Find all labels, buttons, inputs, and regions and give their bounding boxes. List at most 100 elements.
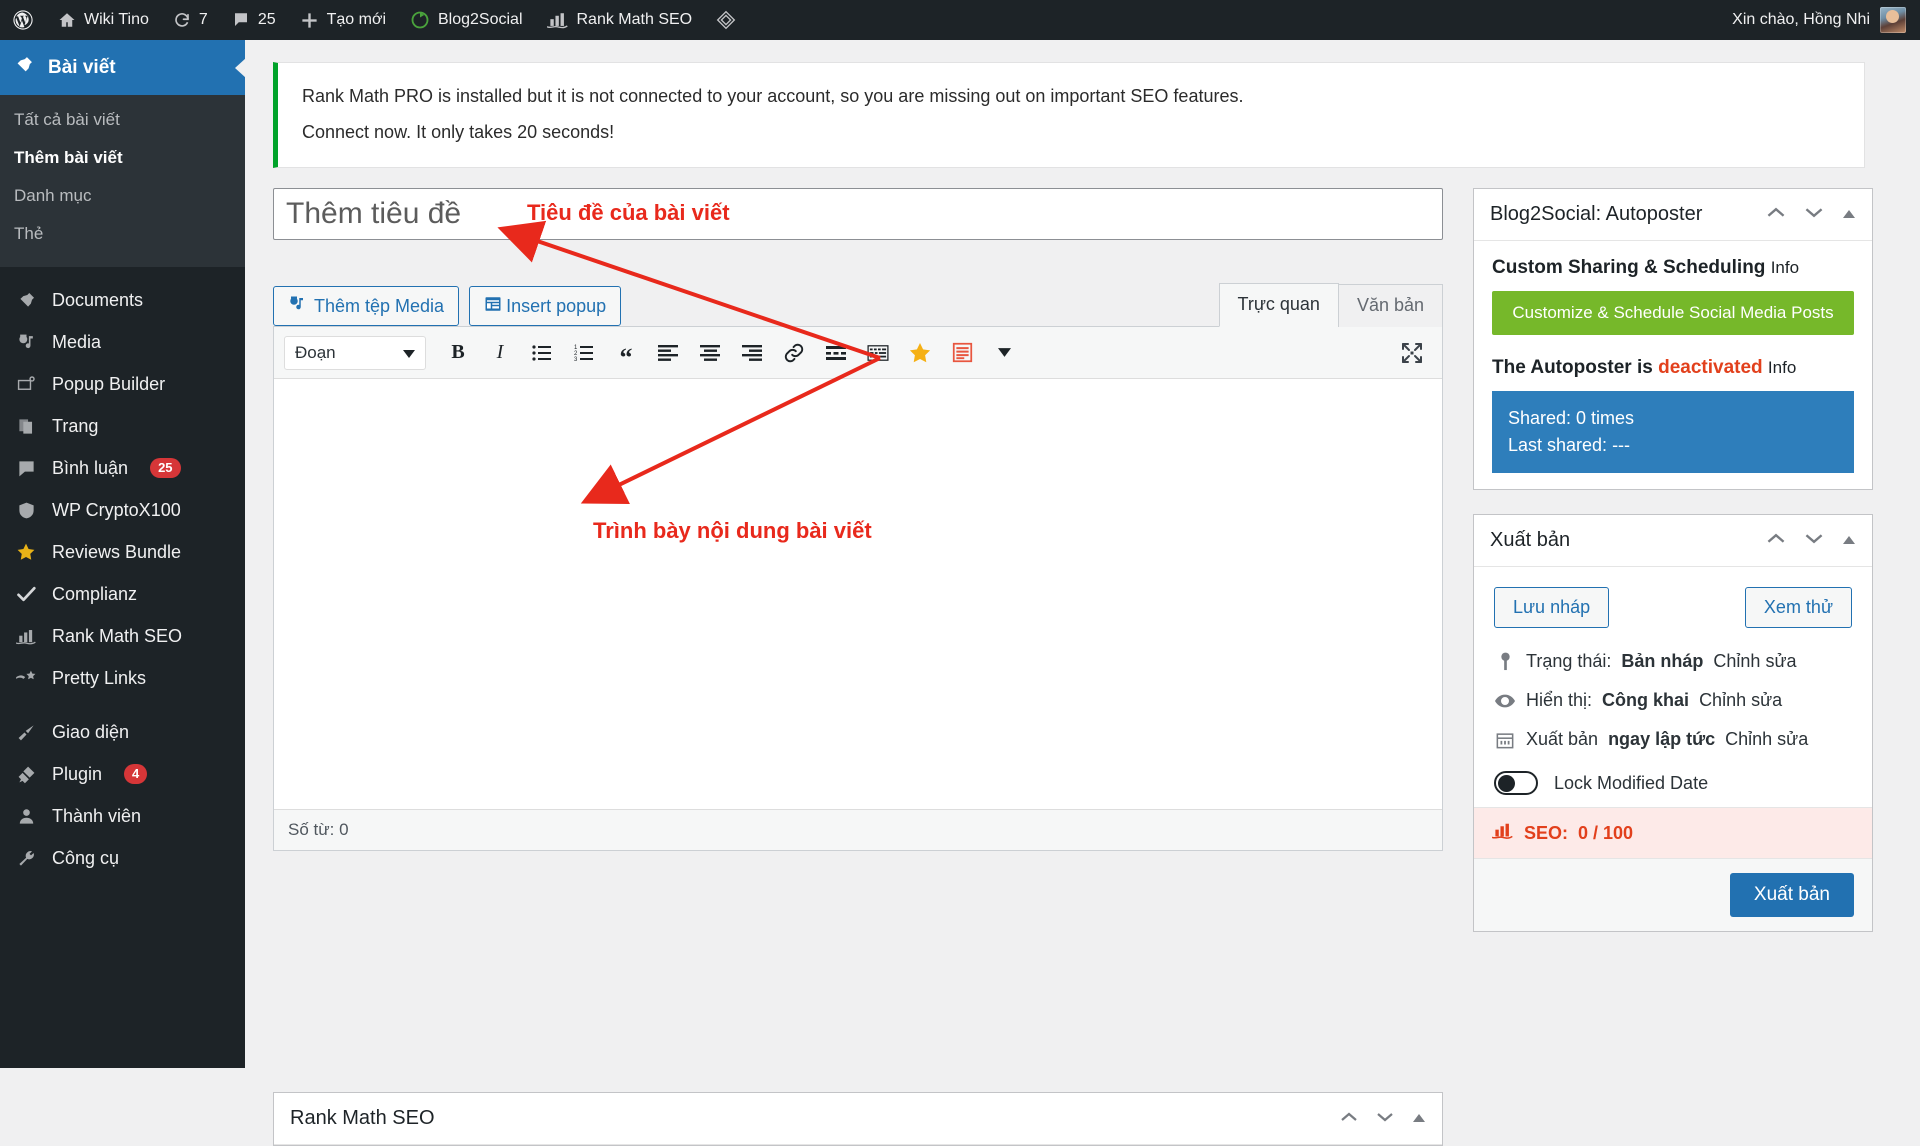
read-more-icon[interactable]	[816, 335, 856, 371]
move-up-icon[interactable]	[1766, 206, 1786, 224]
align-center-icon[interactable]	[690, 335, 730, 371]
sidebar-subitem-categories[interactable]: Danh mục	[0, 177, 245, 215]
blog2social-metabox-header[interactable]: Blog2Social: Autoposter	[1474, 189, 1872, 241]
customize-schedule-button[interactable]: Customize & Schedule Social Media Posts	[1492, 291, 1854, 335]
last-shared-line: Last shared: ---	[1508, 432, 1838, 459]
sidebar-item-media-label: Media	[52, 332, 101, 353]
adminbar-extra[interactable]	[704, 0, 748, 40]
post-schedule-row: Xuất bản ngay lập tức Chỉnh sửa	[1492, 720, 1854, 759]
bulleted-list-icon[interactable]	[522, 335, 562, 371]
sidebar-item-comments[interactable]: Bình luận 25	[0, 447, 245, 489]
autoposter-status-heading: The Autoposter is deactivated Info	[1492, 357, 1854, 379]
paragraph-format-select[interactable]: Đoạn	[284, 336, 426, 370]
adminbar-blog2social[interactable]: Blog2Social	[398, 0, 535, 40]
save-draft-button[interactable]: Lưu nháp	[1494, 587, 1609, 628]
adminbar-wordpress-logo[interactable]	[0, 0, 46, 40]
custom-sharing-info-link[interactable]: Info	[1771, 258, 1799, 277]
bold-icon[interactable]: B	[438, 335, 478, 371]
adminbar-site-name[interactable]: Wiki Tino	[46, 0, 161, 40]
align-left-icon[interactable]	[648, 335, 688, 371]
sidebar-subitem-tags[interactable]: Thẻ	[0, 215, 245, 253]
blog2social-metabox-controls	[1766, 206, 1856, 224]
insert-popup-button[interactable]: Insert popup	[469, 286, 621, 326]
sidebar-item-users[interactable]: Thành viên	[0, 795, 245, 837]
eye-icon	[1494, 694, 1516, 708]
sidebar-item-pretty-links[interactable]: Pretty Links	[0, 657, 245, 699]
editor-mode-tabs: Trực quan Văn bản	[1220, 283, 1443, 327]
publish-metabox-header[interactable]: Xuất bản	[1474, 515, 1872, 567]
lock-modified-date-label: Lock Modified Date	[1554, 773, 1708, 794]
numbered-list-icon[interactable]: 123	[564, 335, 604, 371]
sidebar-item-plugins[interactable]: Plugin 4	[0, 753, 245, 795]
sidebar-item-appearance[interactable]: Giao diện	[0, 711, 245, 753]
post-visibility-edit-link[interactable]: Chỉnh sửa	[1699, 690, 1782, 711]
move-up-icon[interactable]	[1766, 532, 1786, 550]
collapse-toggle-icon[interactable]	[1842, 206, 1856, 224]
move-down-icon[interactable]	[1376, 1110, 1394, 1128]
sidebar-item-reviews-bundle[interactable]: Reviews Bundle	[0, 531, 245, 573]
move-up-icon[interactable]	[1340, 1110, 1358, 1128]
lock-modified-date-toggle[interactable]	[1494, 771, 1538, 795]
user-icon	[14, 807, 38, 826]
collapse-toggle-icon[interactable]	[1412, 1110, 1426, 1128]
sidebar-item-wp-cryptox100[interactable]: WP CryptoX100	[0, 489, 245, 531]
wordpress-logo-icon	[12, 9, 34, 31]
blog2social-icon	[410, 10, 430, 30]
check-icon	[14, 584, 38, 604]
svg-text:3: 3	[574, 357, 578, 362]
comment-icon	[14, 459, 38, 478]
move-down-icon[interactable]	[1804, 532, 1824, 550]
shield-icon	[14, 501, 38, 520]
sidebar-item-tools[interactable]: Công cụ	[0, 837, 245, 879]
post-status-value: Bản nháp	[1621, 651, 1703, 672]
preview-button[interactable]: Xem thử	[1745, 587, 1852, 628]
sidebar-subitem-add-post[interactable]: Thêm bài viết	[0, 139, 245, 177]
move-down-icon[interactable]	[1804, 206, 1824, 224]
popup-icon	[14, 375, 38, 394]
adminbar-rankmath[interactable]: Rank Math SEO	[535, 0, 705, 40]
fullscreen-icon[interactable]	[1392, 335, 1432, 371]
post-schedule-edit-link[interactable]: Chỉnh sửa	[1725, 729, 1808, 750]
publish-button[interactable]: Xuất bản	[1730, 873, 1854, 917]
adminbar-new-content-label: Tạo mới	[327, 11, 386, 29]
calendar-icon	[1494, 731, 1516, 749]
publish-metabox: Xuất bản Lưu nháp Xem thử Trạng thái: Bả…	[1473, 514, 1873, 932]
publish-metabox-body: Lưu nháp Xem thử Trạng thái: Bản nháp Ch…	[1474, 567, 1872, 807]
link-icon[interactable]	[774, 335, 814, 371]
blockquote-icon[interactable]: “	[606, 335, 646, 371]
adminbar-new-content[interactable]: Tạo mới	[288, 0, 398, 40]
align-right-icon[interactable]	[732, 335, 772, 371]
tab-visual[interactable]: Trực quan	[1219, 283, 1339, 327]
sidebar-item-pages[interactable]: Trang	[0, 405, 245, 447]
sidebar-item-rank-math-seo[interactable]: Rank Math SEO	[0, 615, 245, 657]
editor-content-area[interactable]	[274, 379, 1442, 809]
collapse-toggle-icon[interactable]	[1842, 532, 1856, 550]
adminbar-comments-count: 25	[258, 11, 276, 29]
add-media-button[interactable]: Thêm tệp Media	[273, 286, 459, 326]
adminbar-updates[interactable]: 7	[161, 0, 220, 40]
post-title-input[interactable]: Thêm tiêu đề	[273, 188, 1443, 240]
sidebar-item-pretty-links-label: Pretty Links	[52, 668, 146, 689]
comments-count-badge: 25	[150, 458, 180, 479]
sidebar-item-posts[interactable]: Bài viết	[0, 40, 245, 95]
avatar	[1880, 7, 1906, 33]
sidebar-item-media[interactable]: Media	[0, 321, 245, 363]
post-visibility-value: Công khai	[1602, 690, 1689, 711]
tab-text[interactable]: Văn bản	[1338, 284, 1443, 327]
sidebar-item-documents[interactable]: Documents	[0, 279, 245, 321]
editor-toolbar: Đoạn B I 123 “	[274, 327, 1442, 379]
toolbar-toggle-icon[interactable]	[984, 335, 1024, 371]
adminbar-account[interactable]: Xin chào, Hồng Nhi	[1732, 7, 1920, 33]
post-status-edit-link[interactable]: Chỉnh sửa	[1713, 651, 1796, 672]
rank-math-seo-metabox-header[interactable]: Rank Math SEO	[274, 1093, 1442, 1145]
italic-icon[interactable]: I	[480, 335, 520, 371]
adminbar-comments[interactable]: 25	[220, 0, 288, 40]
star-icon[interactable]	[900, 335, 940, 371]
sidebar-item-complianz[interactable]: Complianz	[0, 573, 245, 615]
pin-icon	[14, 291, 38, 310]
sidebar-subitem-all-posts[interactable]: Tất cả bài viết	[0, 101, 245, 139]
sidebar-item-popup-builder[interactable]: Popup Builder	[0, 363, 245, 405]
autoposter-status-info-link[interactable]: Info	[1768, 358, 1796, 377]
keyboard-icon[interactable]	[858, 335, 898, 371]
table-of-contents-icon[interactable]	[942, 335, 982, 371]
